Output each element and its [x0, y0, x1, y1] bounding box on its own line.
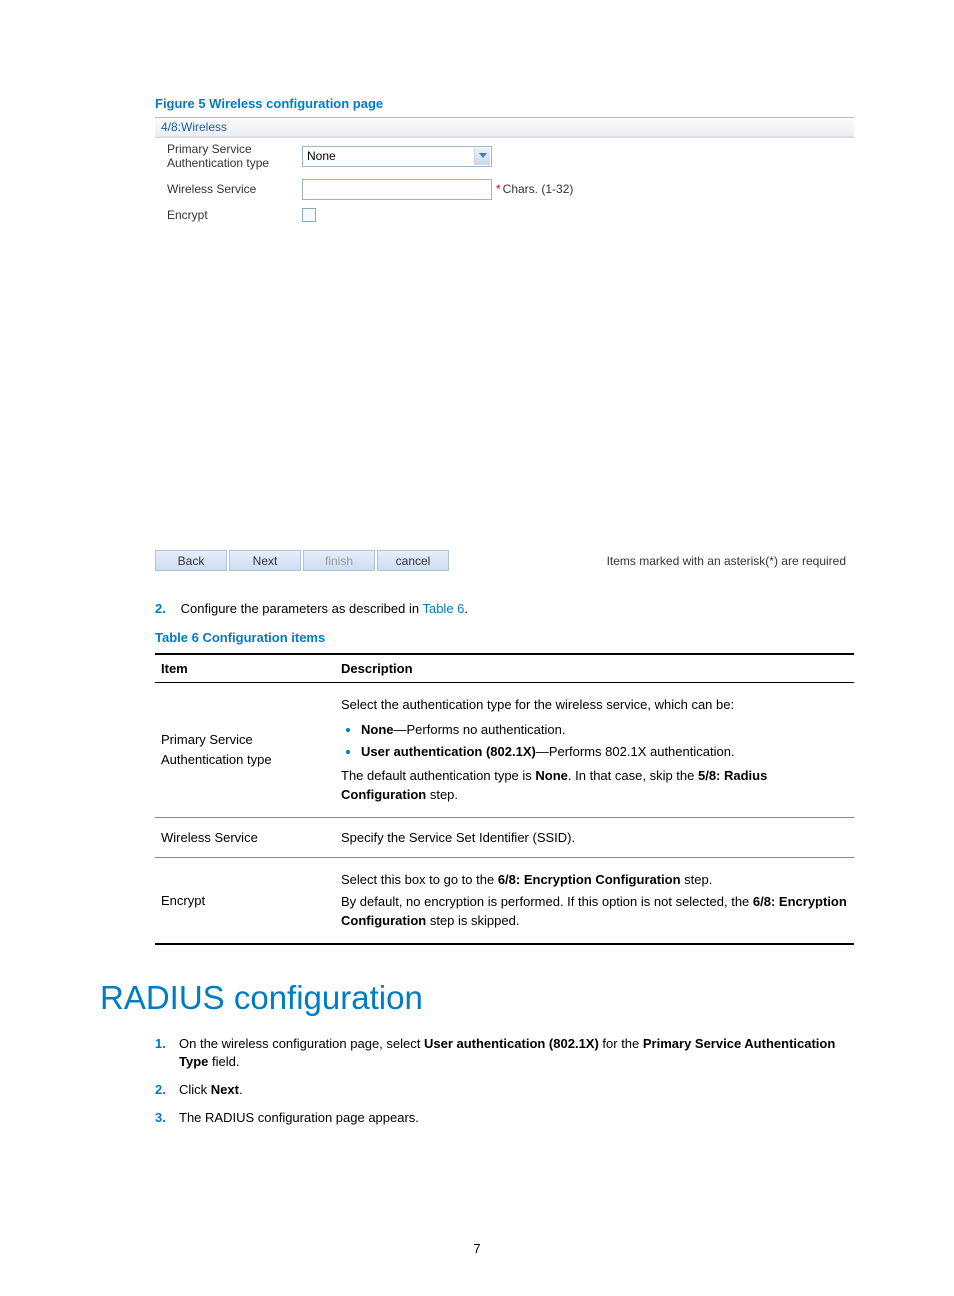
button-row: Back Next finish cancel Items marked wit… [155, 548, 854, 573]
next-button[interactable]: Next [229, 550, 301, 571]
desc-cell: Select the authentication type for the w… [335, 683, 854, 818]
auth-type-select[interactable]: None [302, 146, 492, 167]
wireless-config-panel: 4/8:Wireless Primary Service Authenticat… [155, 117, 854, 226]
finish-button[interactable]: finish [303, 550, 375, 571]
desc-text: Select this box to go to the 6/8: Encryp… [341, 870, 848, 890]
list-item: 2. Click Next. [155, 1081, 854, 1099]
step-text: The RADIUS configuration page appears. [179, 1109, 419, 1127]
table-row: Primary Service Authentication type Sele… [155, 683, 854, 818]
wireless-service-hint: Chars. (1-32) [503, 182, 574, 196]
radius-steps: 1. On the wireless configuration page, s… [155, 1035, 854, 1128]
section-heading: RADIUS configuration [100, 979, 854, 1017]
figure-caption: Figure 5 Wireless configuration page [155, 96, 854, 111]
cancel-button[interactable]: cancel [377, 550, 449, 571]
auth-type-label: Primary Service Authentication type [167, 142, 302, 171]
auth-type-value: None [307, 149, 336, 163]
step-text: Click Next. [179, 1081, 243, 1099]
step-2-number: 2. [155, 601, 177, 616]
encrypt-label: Encrypt [167, 208, 302, 222]
item-cell: Encrypt [155, 858, 335, 944]
step-text: On the wireless configuration page, sele… [179, 1035, 854, 1071]
step-2: 2. Configure the parameters as described… [155, 601, 854, 616]
step-number: 2. [155, 1081, 179, 1099]
required-note: Items marked with an asterisk(*) are req… [607, 554, 854, 568]
row-auth-type: Primary Service Authentication type None [155, 138, 854, 175]
table-caption: Table 6 Configuration items [155, 630, 854, 645]
wireless-service-input[interactable] [302, 179, 492, 200]
step-number: 1. [155, 1035, 179, 1071]
table-6-link[interactable]: Table 6 [422, 601, 464, 616]
step-number: 3. [155, 1109, 179, 1127]
item-cell: Primary Service Authentication type [155, 683, 335, 818]
col-description: Description [335, 654, 854, 683]
table-row: Encrypt Select this box to go to the 6/8… [155, 858, 854, 944]
config-table: Item Description Primary Service Authent… [155, 653, 854, 945]
table-row: Wireless Service Specify the Service Set… [155, 817, 854, 858]
required-asterisk: * [496, 182, 501, 196]
row-encrypt: Encrypt [155, 204, 854, 226]
list-item: 1. On the wireless configuration page, s… [155, 1035, 854, 1071]
col-item: Item [155, 654, 335, 683]
item-cell: Wireless Service [155, 817, 335, 858]
wireless-service-label: Wireless Service [167, 182, 302, 196]
desc-cell: Select this box to go to the 6/8: Encryp… [335, 858, 854, 944]
bullet-item: User authentication (802.1X)—Performs 80… [361, 741, 848, 762]
step-2-text-a: Configure the parameters as described in [181, 601, 423, 616]
row-wireless-service: Wireless Service * Chars. (1-32) [155, 175, 854, 204]
back-button[interactable]: Back [155, 550, 227, 571]
list-item: 3. The RADIUS configuration page appears… [155, 1109, 854, 1127]
panel-title: 4/8:Wireless [155, 118, 854, 137]
desc-text: By default, no encryption is performed. … [341, 892, 848, 931]
encrypt-checkbox[interactable] [302, 208, 316, 222]
chevron-down-icon [474, 148, 490, 165]
bullet-item: None—Performs no authentication. [361, 719, 848, 740]
page-number: 7 [0, 1241, 954, 1256]
desc-text: The default authentication type is None.… [341, 766, 848, 805]
desc-text: Select the authentication type for the w… [341, 695, 848, 715]
step-2-text-b: . [464, 601, 468, 616]
desc-cell: Specify the Service Set Identifier (SSID… [335, 817, 854, 858]
